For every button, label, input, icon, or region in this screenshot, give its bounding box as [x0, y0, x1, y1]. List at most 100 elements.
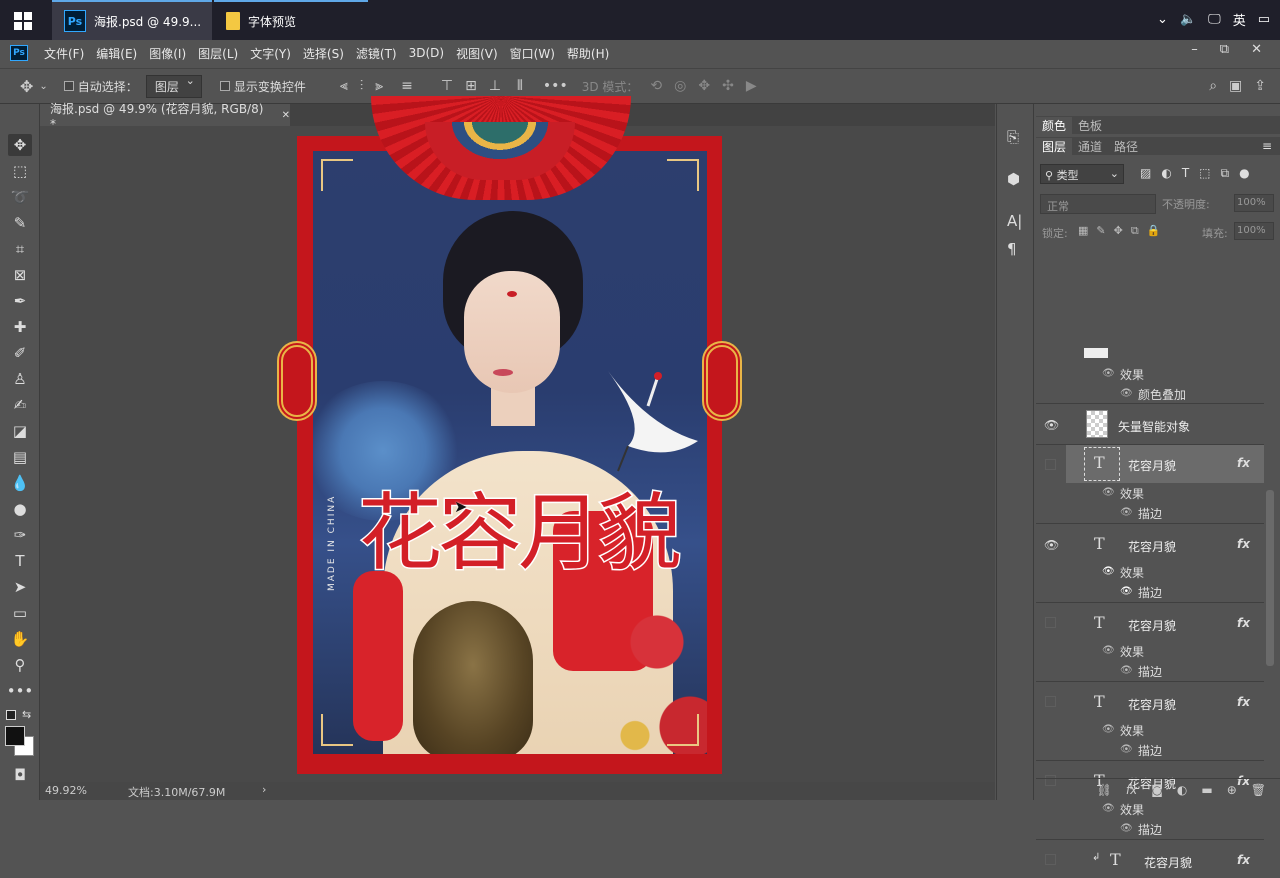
quick-mask-icon[interactable]: ◘: [8, 764, 32, 786]
visibility-toggle[interactable]: [1045, 854, 1056, 865]
rectangle-tool-icon[interactable]: ▭: [8, 602, 32, 624]
effect-eye-icon[interactable]: 👁: [1120, 665, 1133, 676]
menu-view[interactable]: 视图(V): [450, 45, 504, 62]
layer-row-text-0[interactable]: T 花容月貌 fx 👁 效果 👁 描边: [1036, 445, 1264, 523]
default-colors-icon[interactable]: [6, 710, 16, 720]
delete-layer-icon[interactable]: 🗑: [1251, 783, 1266, 797]
opacity-input[interactable]: 100%: [1234, 194, 1274, 212]
layers-scrollbar[interactable]: [1266, 490, 1274, 666]
windows-start-icon[interactable]: [14, 12, 32, 30]
3d-roll-icon[interactable]: ◎: [674, 78, 686, 94]
link-layers-icon[interactable]: ⛓: [1097, 783, 1112, 797]
lock-icons[interactable]: ▦✎✥⧉🔒: [1078, 224, 1168, 238]
effect-eye-icon[interactable]: 👁: [1120, 507, 1133, 518]
tab-swatches[interactable]: 色板: [1072, 117, 1108, 134]
layer-row-partial[interactable]: 👁 效果 👁 颜色叠加: [1036, 348, 1264, 404]
layer-row-text-2[interactable]: T 花容月貌 fx 👁 效果 👁 描边: [1036, 603, 1264, 681]
eyedropper-tool-icon[interactable]: ✒: [8, 290, 32, 312]
add-style-icon[interactable]: fx: [1126, 783, 1137, 797]
taskbar-tab-photoshop[interactable]: Ps 海报.psd @ 49.9...: [52, 0, 212, 40]
filter-toggle-icon[interactable]: ●: [1239, 166, 1249, 181]
tab-paths[interactable]: 路径: [1108, 138, 1144, 155]
3d-camera-icon[interactable]: ▶: [746, 78, 757, 94]
filter-shape-icon[interactable]: ⬚: [1199, 166, 1210, 181]
share-icon[interactable]: ⇪: [1254, 78, 1266, 94]
notification-icon[interactable]: ▭: [1258, 12, 1270, 27]
filter-smart-icon[interactable]: ⧉: [1221, 166, 1230, 181]
menu-select[interactable]: 选择(S): [297, 45, 350, 62]
visibility-eye-icon[interactable]: 👁: [1044, 538, 1059, 552]
gradient-tool-icon[interactable]: ▤: [8, 446, 32, 468]
zoom-level[interactable]: 49.92%: [45, 784, 87, 797]
layer-filter-dropdown[interactable]: ⚲ 类型 ⌄: [1040, 164, 1124, 184]
layer-row-text-4[interactable]: T 花容月貌 fx 👁 效果 👁 描边: [1036, 761, 1264, 839]
tab-channels[interactable]: 通道: [1072, 138, 1108, 155]
ime-indicator[interactable]: 英: [1233, 10, 1246, 29]
dodge-tool-icon[interactable]: ●: [8, 498, 32, 520]
effect-eye-icon[interactable]: 👁: [1120, 388, 1133, 399]
history-brush-tool-icon[interactable]: ✍: [8, 394, 32, 416]
layer-row-text-3[interactable]: T 花容月貌 fx 👁 效果 👁 描边: [1036, 682, 1264, 760]
layer-row-text-5[interactable]: ↲ T 花容月貌 fx: [1036, 840, 1264, 878]
auto-select-target-dropdown[interactable]: 图层: [145, 74, 202, 98]
quick-select-tool-icon[interactable]: ✎: [8, 212, 32, 234]
menu-window[interactable]: 窗口(W): [504, 45, 561, 62]
auto-select-checkbox[interactable]: 自动选择：: [63, 78, 138, 95]
menu-filter[interactable]: 滤镜(T): [350, 45, 403, 62]
tab-layers[interactable]: 图层: [1036, 137, 1073, 155]
visibility-toggle[interactable]: [1045, 696, 1056, 707]
show-transform-checkbox[interactable]: 显示变换控件: [219, 78, 306, 95]
3d-panel-icon[interactable]: ⬢: [1007, 170, 1020, 188]
volume-icon[interactable]: 🔈: [1180, 12, 1196, 27]
effect-eye-icon[interactable]: 👁: [1120, 744, 1133, 755]
hand-tool-icon[interactable]: ✋: [8, 628, 32, 650]
panel-menu-icon[interactable]: ≡: [1262, 139, 1272, 153]
fx-icon[interactable]: fx: [1237, 853, 1250, 867]
fx-icon[interactable]: fx: [1237, 695, 1250, 709]
frame-tool-icon[interactable]: ⊠: [8, 264, 32, 286]
distribute-icon[interactable]: ≡: [401, 78, 413, 94]
zoom-tool-icon[interactable]: ⚲: [8, 654, 32, 676]
filter-type-icon[interactable]: T: [1182, 166, 1189, 181]
menu-layer[interactable]: 图层(L): [192, 45, 244, 62]
filter-pixel-icon[interactable]: ▨: [1140, 166, 1151, 181]
paragraph-panel-icon[interactable]: ¶: [1007, 240, 1017, 258]
align-middle-icon[interactable]: ⊞: [465, 78, 477, 94]
type-tool-icon[interactable]: T: [8, 550, 32, 572]
close-tab-icon[interactable]: ✕: [282, 110, 290, 121]
swap-colors-icon[interactable]: ⇆: [22, 708, 31, 721]
lasso-tool-icon[interactable]: ➰: [8, 186, 32, 208]
menu-type[interactable]: 文字(Y): [244, 45, 297, 62]
close-icon[interactable]: ✕: [1251, 42, 1262, 57]
filter-adjustment-icon[interactable]: ◐: [1161, 166, 1171, 181]
pen-tool-icon[interactable]: ✑: [8, 524, 32, 546]
distribute-vertical-icon[interactable]: ⫴: [517, 78, 523, 94]
3d-rotate-icon[interactable]: ⟲: [650, 78, 662, 94]
move-tool-icon[interactable]: ✥: [20, 77, 33, 96]
visibility-toggle[interactable]: [1045, 459, 1056, 470]
more-options-icon[interactable]: •••: [543, 78, 568, 94]
new-group-icon[interactable]: ▬: [1201, 783, 1212, 797]
healing-brush-tool-icon[interactable]: ✚: [8, 316, 32, 338]
marquee-tool-icon[interactable]: ⬚: [8, 160, 32, 182]
effects-eye-icon[interactable]: 👁: [1102, 566, 1115, 577]
new-layer-icon[interactable]: ⊕: [1227, 783, 1237, 797]
layer-row-text-1[interactable]: 👁 T 花容月貌 fx 👁 效果 👁 描边: [1036, 524, 1264, 602]
align-right-icon[interactable]: ⫸: [375, 78, 383, 94]
network-icon[interactable]: 🖵: [1208, 12, 1221, 27]
character-panel-icon[interactable]: A|: [1007, 212, 1022, 230]
brush-tool-icon[interactable]: ✐: [8, 342, 32, 364]
restore-icon[interactable]: ⧉: [1220, 42, 1229, 57]
3d-slide-icon[interactable]: ✣: [722, 78, 734, 94]
menu-image[interactable]: 图像(I): [143, 45, 192, 62]
align-left-icon[interactable]: ⫷: [340, 78, 348, 94]
visibility-toggle[interactable]: [1045, 617, 1056, 628]
clone-stamp-tool-icon[interactable]: ♙: [8, 368, 32, 390]
effects-eye-icon[interactable]: 👁: [1102, 645, 1115, 656]
effects-eye-icon[interactable]: 👁: [1102, 803, 1115, 814]
menu-file[interactable]: 文件(F): [38, 45, 90, 62]
more-tools-icon[interactable]: •••: [7, 680, 34, 702]
menu-3d[interactable]: 3D(D): [403, 46, 450, 60]
fill-input[interactable]: 100%: [1234, 222, 1274, 240]
align-center-icon[interactable]: ⫶: [360, 78, 364, 94]
